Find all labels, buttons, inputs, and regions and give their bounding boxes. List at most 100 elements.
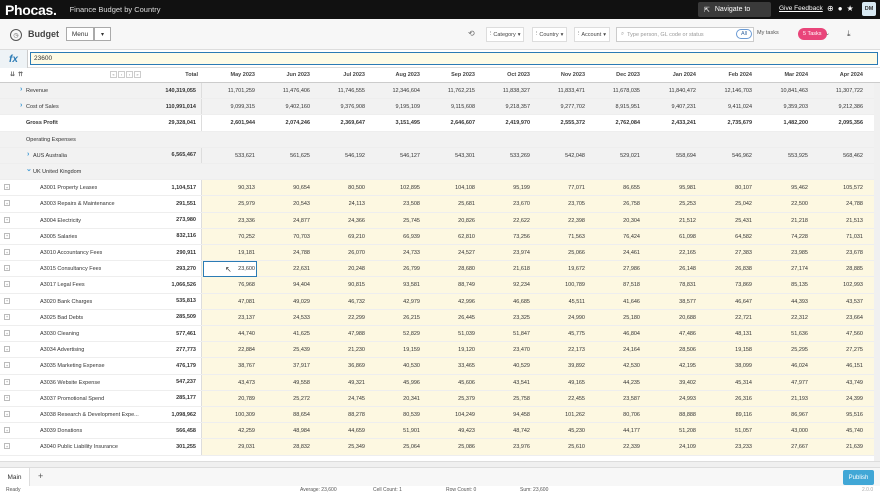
row-total[interactable]: 1,098,962: [142, 407, 202, 423]
value-cell[interactable]: 74,228: [756, 234, 808, 240]
value-cell[interactable]: 11,307,722: [811, 88, 863, 94]
value-cell[interactable]: 24,993: [644, 396, 696, 402]
value-cell[interactable]: 529,021: [588, 153, 640, 159]
value-cell[interactable]: 49,321: [313, 380, 365, 386]
value-cell[interactable]: 44,393: [756, 299, 808, 305]
value-cell[interactable]: 24,745: [313, 396, 365, 402]
search-input[interactable]: ⌕ Type person, GL code or status: [616, 27, 754, 42]
value-cell[interactable]: 90,313: [203, 185, 255, 191]
value-cell[interactable]: 94,404: [258, 282, 310, 288]
value-cell[interactable]: 43,541: [478, 380, 530, 386]
expand-row-icon[interactable]: +: [4, 427, 10, 434]
value-cell[interactable]: 23,336: [203, 218, 255, 224]
month-header[interactable]: Sep 2023: [423, 72, 475, 78]
value-cell[interactable]: 27,383: [700, 250, 752, 256]
value-cell[interactable]: 25,066: [533, 250, 585, 256]
value-cell[interactable]: 9,359,203: [756, 104, 808, 110]
value-cell[interactable]: 546,127: [368, 153, 420, 159]
value-cell[interactable]: 22,631: [258, 266, 310, 272]
value-cell[interactable]: 51,847: [478, 331, 530, 337]
value-cell[interactable]: 19,672: [533, 266, 585, 272]
value-cell[interactable]: 27,174: [756, 266, 808, 272]
value-cell[interactable]: 542,048: [533, 153, 585, 159]
value-cell[interactable]: 25,086: [423, 444, 475, 450]
value-cell[interactable]: 11,833,471: [533, 88, 585, 94]
chevron-down-icon[interactable]: ⌄: [26, 165, 32, 173]
value-cell[interactable]: 19,181: [203, 250, 255, 256]
value-cell[interactable]: 42,979: [368, 299, 420, 305]
download-icon[interactable]: ⤓: [847, 29, 851, 39]
chevron-down-icon[interactable]: ⌄: [825, 30, 830, 37]
value-cell[interactable]: 21,193: [756, 396, 808, 402]
value-cell[interactable]: 37,917: [258, 363, 310, 369]
collapse-icon[interactable]: ⇊: [10, 71, 15, 78]
value-cell[interactable]: 69,210: [313, 234, 365, 240]
value-cell[interactable]: 33,465: [423, 363, 475, 369]
expand-row-icon[interactable]: +: [4, 313, 10, 320]
month-header[interactable]: Dec 2023: [588, 72, 640, 78]
value-cell[interactable]: 25,253: [644, 201, 696, 207]
value-cell[interactable]: 26,215: [368, 315, 420, 321]
value-cell[interactable]: 23,233: [700, 444, 752, 450]
value-cell[interactable]: 24,461: [588, 250, 640, 256]
value-cell[interactable]: 25,295: [756, 347, 808, 353]
value-cell[interactable]: 21,218: [756, 218, 808, 224]
expand-row-icon[interactable]: +: [4, 346, 10, 353]
row-total[interactable]: 476,179: [142, 358, 202, 374]
value-cell[interactable]: 66,939: [368, 234, 420, 240]
value-cell[interactable]: 42,259: [203, 428, 255, 434]
row-total[interactable]: 1,104,517: [142, 180, 202, 196]
row-total[interactable]: 293,270: [142, 261, 202, 277]
value-cell[interactable]: 9,402,160: [258, 104, 310, 110]
value-cell[interactable]: 11,762,215: [423, 88, 475, 94]
row-total[interactable]: 285,177: [142, 390, 202, 406]
tab-main[interactable]: Main: [0, 468, 30, 487]
value-cell[interactable]: 44,177: [588, 428, 640, 434]
value-cell[interactable]: 25,064: [368, 444, 420, 450]
value-cell[interactable]: 553,925: [756, 153, 808, 159]
value-cell[interactable]: 87,518: [588, 282, 640, 288]
value-cell[interactable]: 2,095,356: [811, 120, 863, 126]
expand-row-icon[interactable]: +: [4, 200, 10, 207]
value-cell[interactable]: 24,533: [258, 315, 310, 321]
bell-icon[interactable]: ●: [838, 4, 843, 13]
value-cell[interactable]: 23,137: [203, 315, 255, 321]
value-cell[interactable]: 46,647: [700, 299, 752, 305]
expand-row-icon[interactable]: +: [4, 249, 10, 255]
month-header[interactable]: Jun 2023: [258, 72, 310, 78]
value-cell[interactable]: 24,527: [423, 250, 475, 256]
value-cell[interactable]: 9,218,357: [478, 104, 530, 110]
value-cell[interactable]: 22,721: [700, 315, 752, 321]
value-cell[interactable]: 26,838: [700, 266, 752, 272]
menu-dropdown-button[interactable]: ▾: [94, 27, 111, 41]
value-cell[interactable]: 25,979: [203, 201, 255, 207]
value-cell[interactable]: 23,587: [588, 396, 640, 402]
value-cell[interactable]: 24,990: [533, 315, 585, 321]
value-cell[interactable]: 28,885: [811, 266, 863, 272]
value-cell[interactable]: 46,024: [756, 363, 808, 369]
row-total[interactable]: 110,991,014: [142, 99, 202, 115]
value-cell[interactable]: 26,148: [644, 266, 696, 272]
value-cell[interactable]: 11,838,327: [478, 88, 530, 94]
value-cell[interactable]: 100,789: [533, 282, 585, 288]
value-cell[interactable]: 28,680: [423, 266, 475, 272]
value-cell[interactable]: 77,071: [533, 185, 585, 191]
value-cell[interactable]: 46,804: [588, 331, 640, 337]
value-cell[interactable]: 88,749: [423, 282, 475, 288]
value-cell[interactable]: 27,986: [588, 266, 640, 272]
value-cell[interactable]: 80,107: [700, 185, 752, 191]
value-cell[interactable]: 93,581: [368, 282, 420, 288]
value-cell[interactable]: 105,572: [811, 185, 863, 191]
value-cell[interactable]: 2,601,944: [203, 120, 255, 126]
value-cell[interactable]: 38,767: [203, 363, 255, 369]
value-cell[interactable]: 45,230: [533, 428, 585, 434]
value-cell[interactable]: 2,555,372: [533, 120, 585, 126]
month-header[interactable]: May 2023: [203, 72, 255, 78]
table-row[interactable]: › AUS Australia 6,565,467 533,621 561,625 546…: [0, 147, 880, 164]
category-filter[interactable]: ⫶ Category ▾: [486, 27, 525, 42]
value-cell[interactable]: 90,815: [313, 282, 365, 288]
value-cell[interactable]: 2,074,246: [258, 120, 310, 126]
value-cell[interactable]: 39,402: [644, 380, 696, 386]
tasks-badge[interactable]: 5 Tasks: [798, 28, 827, 40]
value-cell[interactable]: 25,431: [700, 218, 752, 224]
